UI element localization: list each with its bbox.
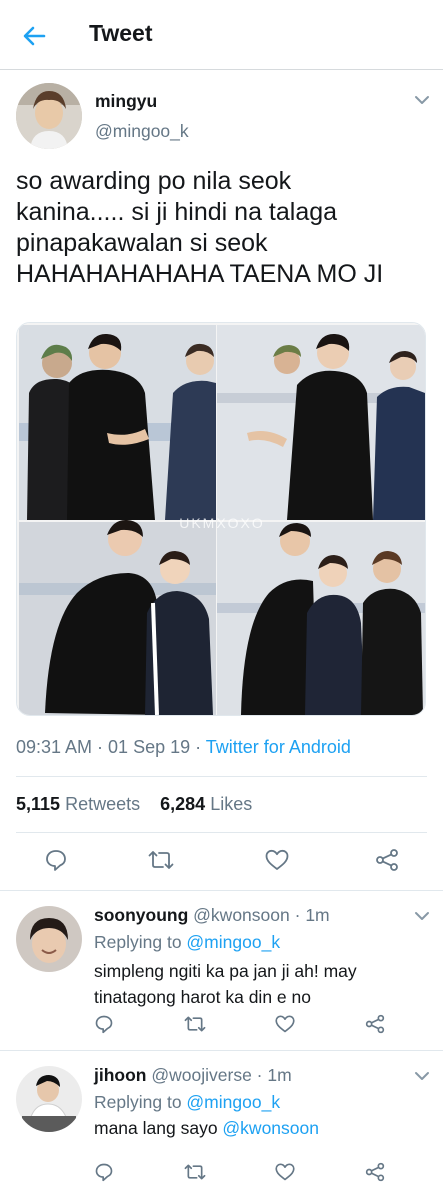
share-icon[interactable] xyxy=(364,1162,386,1182)
divider xyxy=(16,832,427,833)
tweet-timestamp: 09:31 AM · 01 Sep 19 · Twitter for Andro… xyxy=(16,737,351,758)
divider xyxy=(0,890,443,891)
divider xyxy=(0,1050,443,1051)
reply-avatar[interactable] xyxy=(16,1066,82,1132)
reply-text-line: simpleng ngiti ka pa jan ji ah! may xyxy=(94,961,357,981)
tweet-photo[interactable]: UKMXOXO xyxy=(16,322,426,716)
reply-header: soonyoung @kwonsoon · 1m xyxy=(94,905,330,926)
retweet-icon[interactable] xyxy=(184,1162,206,1182)
replying-to-prefix: Replying to xyxy=(94,1092,187,1112)
replying-to: Replying to @mingoo_k xyxy=(94,1092,280,1113)
reply-icon[interactable] xyxy=(94,1014,114,1034)
chevron-down-icon[interactable] xyxy=(414,94,430,106)
like-icon[interactable] xyxy=(274,1162,296,1182)
tweet-source-link[interactable]: Twitter for Android xyxy=(206,737,351,757)
photo-collage-image: UKMXOXO xyxy=(17,323,425,715)
tweet-text-line: kanina..... si ji hindi na talaga xyxy=(16,198,338,226)
chevron-down-icon[interactable] xyxy=(414,910,430,922)
retweet-icon[interactable] xyxy=(184,1014,206,1034)
tweet-text-line: HAHAHAHAHAHA TAENA MO JI xyxy=(16,260,384,288)
reply-icon[interactable] xyxy=(44,848,68,872)
page-title: Tweet xyxy=(89,20,153,46)
author-avatar[interactable] xyxy=(16,83,82,149)
reply-author-handle[interactable]: @woojiverse xyxy=(151,1065,251,1085)
author-handle[interactable]: @mingoo_k xyxy=(95,121,189,142)
tweet-text-line: pinapakawalan si seok xyxy=(16,229,268,257)
reply-text: simpleng ngiti ka pa jan ji ah! may tina… xyxy=(94,958,357,1010)
reply-mention-link[interactable]: @kwonsoon xyxy=(222,1118,319,1138)
replying-to-prefix: Replying to xyxy=(94,932,187,952)
share-icon[interactable] xyxy=(364,1014,386,1034)
likes-label[interactable]: Likes xyxy=(210,794,252,814)
reply-author-handle[interactable]: @kwonsoon xyxy=(193,905,290,925)
replying-to: Replying to @mingoo_k xyxy=(94,932,280,953)
reply-time: · 1m xyxy=(256,1065,292,1085)
share-icon[interactable] xyxy=(374,848,400,872)
tweet-text: so awarding po nila seok kanina..... si … xyxy=(16,166,436,290)
chevron-down-icon[interactable] xyxy=(414,1070,430,1082)
divider xyxy=(16,776,427,777)
tweet-stats: 5,115 Retweets 6,284 Likes xyxy=(16,794,252,815)
replying-to-link[interactable]: @mingoo_k xyxy=(186,1092,280,1112)
author-name[interactable]: mingyu xyxy=(95,91,157,112)
retweet-icon[interactable] xyxy=(148,848,174,872)
reply-time: · 1m xyxy=(294,905,330,925)
replying-to-link[interactable]: @mingoo_k xyxy=(186,932,280,952)
likes-count[interactable]: 6,284 xyxy=(160,794,205,814)
back-arrow-icon[interactable] xyxy=(20,22,48,50)
reply-author-name[interactable]: soonyoung xyxy=(94,905,188,925)
reply-header: jihoon @woojiverse · 1m xyxy=(94,1065,292,1086)
tweet-time: 09:31 AM · 01 Sep 19 · xyxy=(16,737,206,757)
top-bar: Tweet xyxy=(0,0,443,70)
reply-author-name[interactable]: jihoon xyxy=(94,1065,146,1085)
retweets-label[interactable]: Retweets xyxy=(65,794,140,814)
retweets-count[interactable]: 5,115 xyxy=(16,794,60,814)
reply-avatar[interactable] xyxy=(16,906,82,972)
photo-watermark: UKMXOXO xyxy=(179,515,265,531)
like-icon[interactable] xyxy=(274,1014,296,1034)
like-icon[interactable] xyxy=(264,848,290,872)
reply-text: mana lang sayo @kwonsoon xyxy=(94,1118,319,1139)
reply-icon[interactable] xyxy=(94,1162,114,1182)
reply-text-line: mana lang sayo xyxy=(94,1118,223,1138)
tweet-text-line: so awarding po nila seok xyxy=(16,167,292,195)
reply-text-line: tinatagong harot ka din e no xyxy=(94,987,311,1007)
